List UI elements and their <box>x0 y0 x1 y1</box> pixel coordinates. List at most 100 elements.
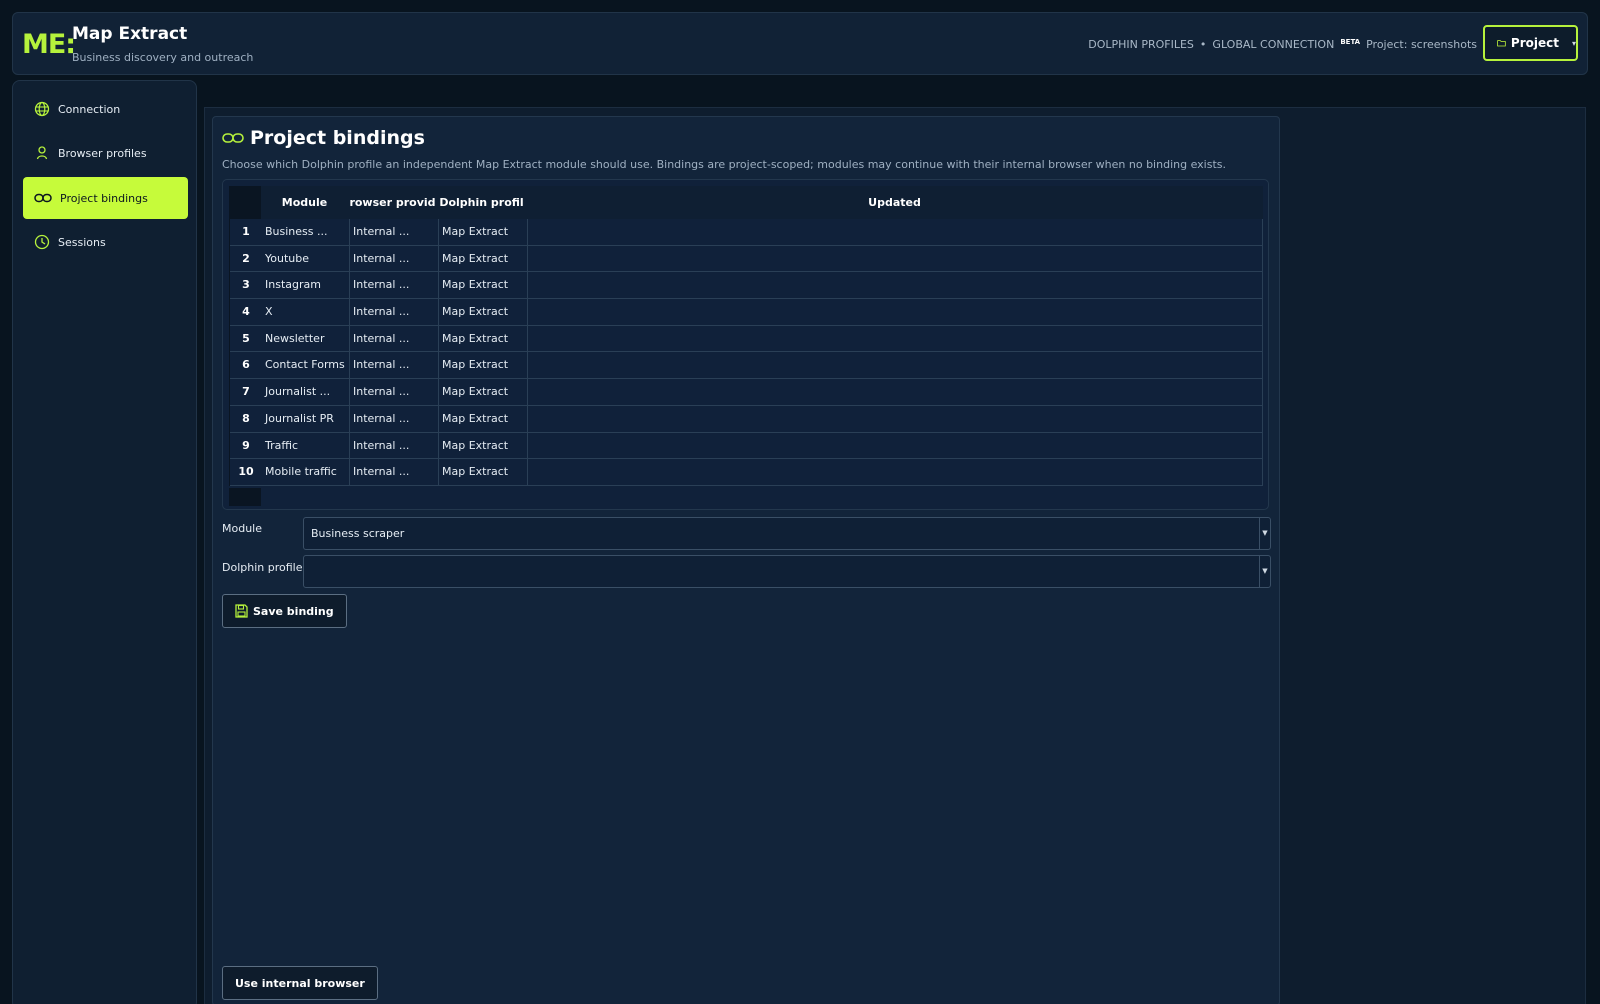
separator: • <box>1199 38 1207 51</box>
nav-global-connection[interactable]: GLOBAL CONNECTION <box>1212 38 1334 51</box>
folder-icon <box>1497 40 1506 47</box>
sidebar: Connection Browser profiles Project bind… <box>12 80 197 1004</box>
save-binding-button[interactable]: Save binding <box>222 594 347 628</box>
cell-updated[interactable] <box>527 245 1264 272</box>
cell-dolphin-profile[interactable]: Map Extract <box>438 352 527 379</box>
cell-updated[interactable] <box>527 405 1264 432</box>
nav-dolphin-profiles[interactable]: DOLPHIN PROFILES <box>1088 38 1194 51</box>
app-header: ME: Map Extract Business discovery and o… <box>12 12 1588 75</box>
cell-browser-provider[interactable]: Internal ... <box>349 245 438 272</box>
cell-dolphin-profile[interactable]: Map Extract <box>438 459 527 485</box>
row-number: 3 <box>242 278 250 292</box>
table-row[interactable]: 8 Journalist PR Internal ... Map Extract <box>230 405 1264 433</box>
cell-module[interactable]: Instagram <box>262 272 349 298</box>
module-select[interactable]: Business scraper ▼ <box>303 517 1271 550</box>
column-header-updated[interactable]: Updated <box>526 186 1263 219</box>
app-subtitle: Business discovery and outreach <box>72 51 254 64</box>
cell-dolphin-profile[interactable]: Map Extract <box>438 379 527 405</box>
table-row[interactable]: 6 Contact Forms Internal ... Map Extract <box>230 352 1264 380</box>
save-binding-label: Save binding <box>253 604 334 618</box>
row-number: 6 <box>242 358 250 372</box>
cell-dolphin-profile[interactable]: Map Extract <box>438 299 527 325</box>
sidebar-item-label: Browser profiles <box>58 146 147 160</box>
cell-browser-provider[interactable]: Internal ... <box>349 299 438 325</box>
cell-dolphin-profile[interactable]: Map Extract <box>438 245 527 272</box>
cell-updated[interactable] <box>527 272 1264 299</box>
row-number: 10 <box>238 465 254 479</box>
cell-updated[interactable] <box>527 219 1264 245</box>
row-number: 5 <box>242 331 250 345</box>
row-number: 8 <box>242 411 250 425</box>
sidebar-item-connection[interactable]: Connection <box>23 88 188 130</box>
row-number: 2 <box>242 251 250 265</box>
column-header-dolphin-profile[interactable]: Dolphin profil <box>437 186 526 219</box>
globe-icon <box>34 101 50 117</box>
page-title: Project bindings <box>222 127 425 149</box>
project-button[interactable]: Project ▾ <box>1483 25 1578 61</box>
table-corner <box>229 186 261 219</box>
bindings-table: Module rowser provid Dolphin profil Upda… <box>222 179 1269 510</box>
cell-updated[interactable] <box>527 352 1264 379</box>
row-number: 7 <box>242 385 250 399</box>
cell-browser-provider[interactable]: Internal ... <box>349 325 438 352</box>
cell-dolphin-profile[interactable]: Map Extract <box>438 325 527 352</box>
cell-updated[interactable] <box>527 325 1264 352</box>
project-button-label: Project <box>1510 36 1559 50</box>
column-header-browser-provider[interactable]: rowser provid <box>348 186 437 219</box>
cell-browser-provider[interactable]: Internal ... <box>349 219 438 245</box>
sidebar-item-sessions[interactable]: Sessions <box>23 221 188 263</box>
row-number: 1 <box>242 225 250 238</box>
column-header-module[interactable]: Module <box>261 186 348 219</box>
cell-dolphin-profile[interactable]: Map Extract <box>438 432 527 459</box>
chevron-down-icon[interactable]: ▼ <box>1259 518 1270 549</box>
project-indicator: Project: screenshots <box>1366 38 1477 51</box>
cell-module[interactable]: Traffic <box>262 433 349 459</box>
module-select-value: Business scraper <box>311 527 405 540</box>
cell-browser-provider[interactable]: Internal ... <box>349 352 438 379</box>
sidebar-item-label: Project bindings <box>60 191 148 205</box>
cell-module[interactable]: Youtube <box>262 246 349 272</box>
cell-dolphin-profile[interactable]: Map Extract <box>438 272 527 299</box>
table-row[interactable]: 1 Business ... Internal ... Map Extract <box>230 219 1262 246</box>
cell-browser-provider[interactable]: Internal ... <box>349 272 438 299</box>
cell-module[interactable]: Journalist ... <box>262 379 349 405</box>
cell-module[interactable]: Business ... <box>262 219 349 245</box>
table-row[interactable]: 4 X Internal ... Map Extract <box>230 299 1262 326</box>
cell-module[interactable]: X <box>262 299 349 325</box>
cell-updated[interactable] <box>527 459 1264 485</box>
use-internal-browser-button[interactable]: Use internal browser <box>222 966 378 1000</box>
use-internal-browser-label: Use internal browser <box>235 976 365 990</box>
cell-dolphin-profile[interactable]: Map Extract <box>438 219 527 245</box>
table-row[interactable]: 9 Traffic Internal ... Map Extract <box>230 432 1264 460</box>
sidebar-item-browser-profiles[interactable]: Browser profiles <box>23 132 188 174</box>
table-row[interactable]: 3 Instagram Internal ... Map Extract <box>230 272 1264 300</box>
page-description: Choose which Dolphin profile an independ… <box>222 158 1226 171</box>
table-row[interactable]: 10 Mobile traffic Internal ... Map Extract <box>230 459 1262 486</box>
clock-icon <box>34 234 50 250</box>
table-header: Module rowser provid Dolphin profil Upda… <box>229 186 1263 219</box>
sidebar-item-project-bindings[interactable]: Project bindings <box>23 177 188 219</box>
bindings-panel: Project bindings Choose which Dolphin pr… <box>212 116 1280 1004</box>
link-icon <box>34 193 52 203</box>
cell-updated[interactable] <box>527 379 1264 405</box>
chevron-down-icon[interactable]: ▼ <box>1259 556 1270 587</box>
beta-badge: BETA <box>1340 37 1361 46</box>
dolphin-profile-select[interactable]: ▼ <box>303 555 1271 588</box>
cell-module[interactable]: Mobile traffic <box>262 459 349 485</box>
table-row[interactable]: 2 Youtube Internal ... Map Extract <box>230 245 1264 273</box>
cell-browser-provider[interactable]: Internal ... <box>349 379 438 405</box>
save-icon <box>235 604 248 618</box>
cell-browser-provider[interactable]: Internal ... <box>349 405 438 432</box>
header-status: DOLPHIN PROFILES • GLOBAL CONNECTION BET… <box>1088 37 1477 52</box>
cell-browser-provider[interactable]: Internal ... <box>349 459 438 485</box>
table-row[interactable]: 5 Newsletter Internal ... Map Extract <box>230 325 1264 353</box>
cell-module[interactable]: Contact Forms <box>262 352 349 378</box>
cell-dolphin-profile[interactable]: Map Extract <box>438 405 527 432</box>
module-label: Module <box>222 522 262 535</box>
cell-module[interactable]: Newsletter <box>262 326 349 352</box>
cell-module[interactable]: Journalist PR <box>262 406 349 432</box>
cell-updated[interactable] <box>527 432 1264 459</box>
table-row[interactable]: 7 Journalist ... Internal ... Map Extract <box>230 379 1262 406</box>
cell-updated[interactable] <box>527 299 1264 325</box>
cell-browser-provider[interactable]: Internal ... <box>349 432 438 459</box>
